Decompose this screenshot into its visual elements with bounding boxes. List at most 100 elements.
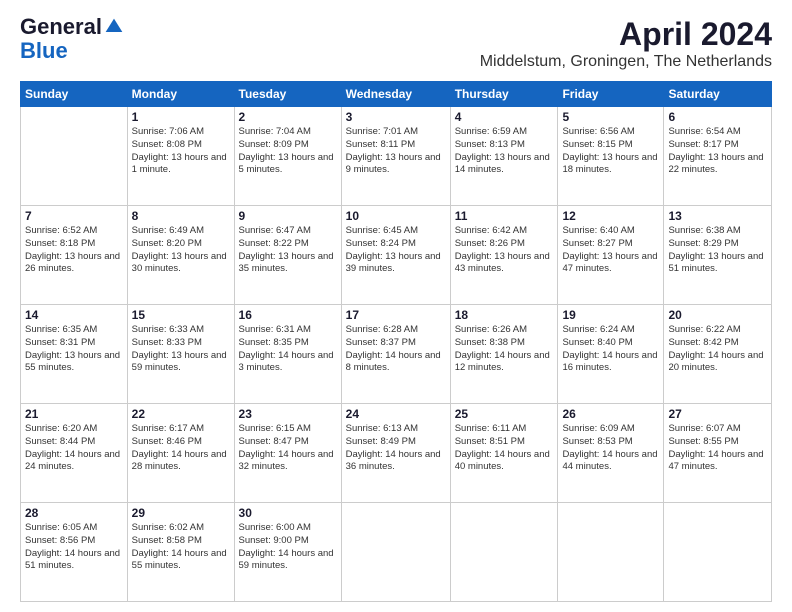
sunset-text: Sunset: 8:47 PM	[239, 436, 309, 447]
daylight-text: Daylight: 14 hours and 12 minutes.	[455, 350, 550, 374]
sunset-text: Sunset: 8:18 PM	[25, 238, 95, 249]
sunrise-text: Sunrise: 6:02 AM	[132, 522, 204, 533]
day-number: 30	[239, 506, 337, 520]
day-number: 28	[25, 506, 123, 520]
calendar-header: Sunday Monday Tuesday Wednesday Thursday…	[21, 82, 772, 107]
calendar-cell: 27Sunrise: 6:07 AMSunset: 8:55 PMDayligh…	[664, 404, 772, 503]
day-info: Sunrise: 6:22 AMSunset: 8:42 PMDaylight:…	[668, 324, 767, 375]
day-info: Sunrise: 6:15 AMSunset: 8:47 PMDaylight:…	[239, 423, 337, 474]
daylight-text: Daylight: 14 hours and 8 minutes.	[346, 350, 441, 374]
col-thursday: Thursday	[450, 82, 558, 107]
sunrise-text: Sunrise: 6:22 AM	[668, 324, 740, 335]
daylight-text: Daylight: 14 hours and 28 minutes.	[132, 449, 227, 473]
sunset-text: Sunset: 8:42 PM	[668, 337, 738, 348]
calendar-week-1: 1Sunrise: 7:06 AMSunset: 8:08 PMDaylight…	[21, 107, 772, 206]
sunrise-text: Sunrise: 6:38 AM	[668, 225, 740, 236]
day-number: 25	[455, 407, 554, 421]
sunset-text: Sunset: 8:38 PM	[455, 337, 525, 348]
sunset-text: Sunset: 8:09 PM	[239, 139, 309, 150]
day-info: Sunrise: 7:01 AM Sunset: 8:11 PM Daylight:…	[346, 126, 446, 177]
calendar-cell: 26Sunrise: 6:09 AMSunset: 8:53 PMDayligh…	[558, 404, 664, 503]
sunrise-text: Sunrise: 7:04 AM	[239, 126, 311, 137]
daylight-text: Daylight: 13 hours and 59 minutes.	[132, 350, 227, 374]
calendar-cell: 11Sunrise: 6:42 AMSunset: 8:26 PMDayligh…	[450, 206, 558, 305]
day-info: Sunrise: 6:47 AMSunset: 8:22 PMDaylight:…	[239, 225, 337, 276]
sunrise-text: Sunrise: 7:01 AM	[346, 126, 418, 137]
sunrise-text: Sunrise: 6:52 AM	[25, 225, 97, 236]
daylight-text: Daylight: 13 hours and 9 minutes.	[346, 152, 441, 176]
sunrise-text: Sunrise: 6:05 AM	[25, 522, 97, 533]
day-info: Sunrise: 6:33 AM Sunset: 8:33 PM Daylight:…	[132, 324, 230, 375]
day-number: 8	[132, 209, 230, 223]
day-info: Sunrise: 6:52 AMSunset: 8:18 PMDaylight:…	[25, 225, 123, 276]
day-info: Sunrise: 7:04 AMSunset: 8:09 PMDaylight:…	[239, 126, 337, 177]
calendar-cell: 30Sunrise: 6:00 AMSunset: 9:00 PMDayligh…	[234, 503, 341, 602]
sunrise-text: Sunrise: 6:20 AM	[25, 423, 97, 434]
calendar-cell: 3 Sunrise: 7:01 AM Sunset: 8:11 PM Daylight…	[341, 107, 450, 206]
day-number: 26	[562, 407, 659, 421]
day-info: Sunrise: 6:40 AMSunset: 8:27 PMDaylight:…	[562, 225, 659, 276]
calendar-cell: 21Sunrise: 6:20 AMSunset: 8:44 PMDayligh…	[21, 404, 128, 503]
daylight-text: Daylight: 13 hours and 43 minutes.	[455, 251, 550, 275]
col-tuesday: Tuesday	[234, 82, 341, 107]
calendar-cell	[21, 107, 128, 206]
header-row: Sunday Monday Tuesday Wednesday Thursday…	[21, 82, 772, 107]
sunrise-text: Sunrise: 6:49 AM	[132, 225, 204, 236]
daylight-text: Daylight: 14 hours and 24 minutes.	[25, 449, 120, 473]
col-wednesday: Wednesday	[341, 82, 450, 107]
daylight-text: Daylight: 14 hours and 16 minutes.	[562, 350, 657, 374]
day-number: 20	[668, 308, 767, 322]
sunset-text: Sunset: 8:17 PM	[668, 139, 738, 150]
calendar-cell	[450, 503, 558, 602]
sunrise-text: Sunrise: 6:09 AM	[562, 423, 634, 434]
calendar-cell: 6Sunrise: 6:54 AMSunset: 8:17 PMDaylight…	[664, 107, 772, 206]
sunrise-text: Sunrise: 6:28 AM	[346, 324, 418, 335]
day-number: 14	[25, 308, 123, 322]
daylight-text: Daylight: 13 hours and 1 minute.	[132, 152, 227, 176]
day-number: 17	[346, 308, 446, 322]
calendar-week-3: 14Sunrise: 6:35 AMSunset: 8:31 PMDayligh…	[21, 305, 772, 404]
sunset-text: Sunset: 8:37 PM	[346, 337, 416, 348]
col-monday: Monday	[127, 82, 234, 107]
day-info: Sunrise: 6:02 AMSunset: 8:58 PMDaylight:…	[132, 522, 230, 573]
day-info: Sunrise: 6:20 AM Sunset: 8:44 PM Daylight:…	[25, 423, 123, 474]
day-number: 2	[239, 110, 337, 124]
sunrise-text: Sunrise: 6:33 AM	[132, 324, 204, 335]
sunset-text: Sunset: 8:13 PM	[455, 139, 525, 150]
sunset-text: Sunset: 8:51 PM	[455, 436, 525, 447]
logo-blue: Blue	[20, 38, 68, 63]
day-number: 23	[239, 407, 337, 421]
day-number: 7	[25, 209, 123, 223]
day-info: Sunrise: 6:07 AMSunset: 8:55 PMDaylight:…	[668, 423, 767, 474]
day-number: 24	[346, 407, 446, 421]
col-friday: Friday	[558, 82, 664, 107]
day-number: 1	[132, 110, 230, 124]
calendar-subtitle: Middelstum, Groningen, The Netherlands	[480, 53, 772, 71]
calendar-cell	[341, 503, 450, 602]
sunrise-text: Sunrise: 6:17 AM	[132, 423, 204, 434]
calendar-week-5: 28Sunrise: 6:05 AMSunset: 8:56 PMDayligh…	[21, 503, 772, 602]
day-number: 4	[455, 110, 554, 124]
calendar-cell: 24Sunrise: 6:13 AMSunset: 8:49 PMDayligh…	[341, 404, 450, 503]
sunrise-text: Sunrise: 6:40 AM	[562, 225, 634, 236]
calendar-body: 1Sunrise: 7:06 AMSunset: 8:08 PMDaylight…	[21, 107, 772, 602]
calendar-cell: 22Sunrise: 6:17 AMSunset: 8:46 PMDayligh…	[127, 404, 234, 503]
sunset-text: Sunset: 8:55 PM	[668, 436, 738, 447]
logo-text: General	[20, 16, 124, 38]
sunset-text: Sunset: 8:11 PM	[346, 139, 416, 150]
day-number: 6	[668, 110, 767, 124]
sunset-text: Sunset: 8:44 PM	[25, 436, 95, 447]
sunset-text: Sunset: 9:00 PM	[239, 535, 309, 546]
day-number: 3	[346, 110, 446, 124]
sunrise-text: Sunrise: 6:13 AM	[346, 423, 418, 434]
daylight-text: Daylight: 14 hours and 59 minutes.	[239, 548, 334, 572]
sunset-text: Sunset: 8:33 PM	[132, 337, 202, 348]
calendar-cell: 18Sunrise: 6:26 AMSunset: 8:38 PMDayligh…	[450, 305, 558, 404]
calendar-cell: 19Sunrise: 6:24 AMSunset: 8:40 PMDayligh…	[558, 305, 664, 404]
sunset-text: Sunset: 8:15 PM	[562, 139, 632, 150]
calendar-cell: 20Sunrise: 6:22 AMSunset: 8:42 PMDayligh…	[664, 305, 772, 404]
day-info: Sunrise: 6:49 AMSunset: 8:20 PMDaylight:…	[132, 225, 230, 276]
title-block: April 2024 Middelstum, Groningen, The Ne…	[480, 16, 772, 71]
daylight-text: Daylight: 14 hours and 3 minutes.	[239, 350, 334, 374]
daylight-text: Daylight: 13 hours and 55 minutes.	[25, 350, 120, 374]
